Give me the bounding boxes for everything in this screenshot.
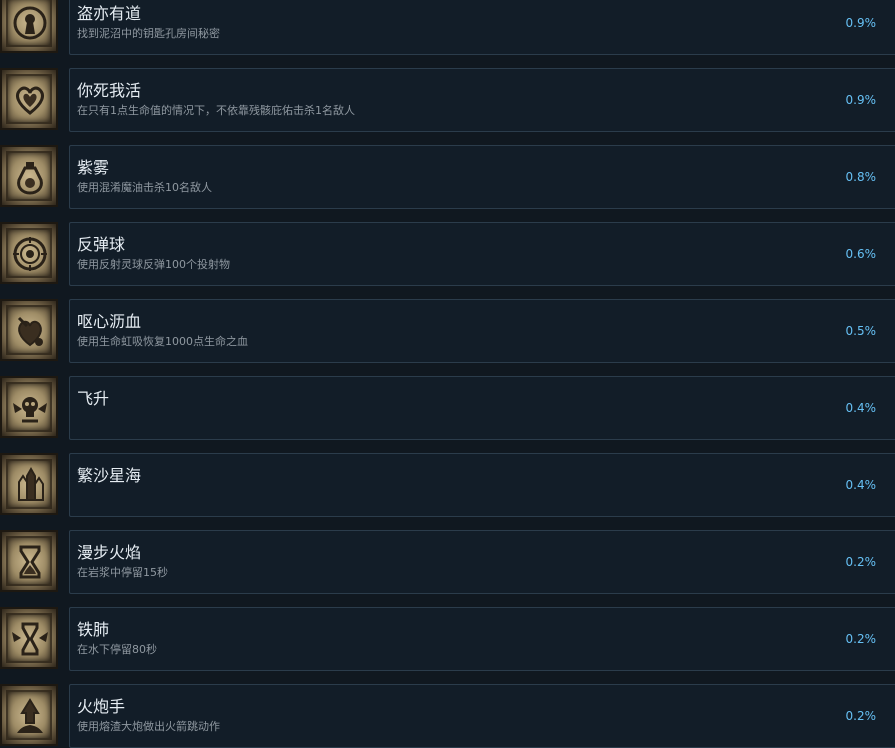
achievement-row[interactable]: 漫步火焰在岩浆中停留15秒 0.2%: [0, 530, 895, 597]
achievement-description: 使用生命虹吸恢复1000点生命之血: [77, 335, 248, 348]
unlock-percentage: 0.9%: [845, 16, 877, 30]
achievement-row[interactable]: 你死我活在只有1点生命值的情况下，不依靠残骸庇佑击杀1名敌人 0.9%: [0, 68, 895, 135]
achievement-card: 反弹球使用反射灵球反弹100个投射物 0.6%: [69, 222, 895, 286]
achievement-title: 繁沙星海: [77, 466, 142, 485]
potion-icon: [0, 145, 58, 207]
orb-icon: [0, 222, 58, 284]
achievement-description: 在水下停留80秒: [77, 643, 157, 656]
achievement-card: 繁沙星海 0.4%: [69, 453, 895, 517]
unlock-percentage: 0.4%: [845, 478, 877, 492]
unlock-percentage: 0.2%: [845, 632, 877, 646]
unlock-percentage: 0.4%: [845, 401, 877, 415]
achievement-title: 飞升: [77, 389, 110, 408]
achievement-row[interactable]: 火炮手使用熔渣大炮做出火箭跳动作 0.2%: [0, 684, 895, 748]
achievement-title: 火炮手: [77, 697, 126, 716]
achievement-title: 紫雾: [77, 158, 110, 177]
achievement-title: 你死我活: [77, 81, 142, 100]
achievement-row[interactable]: 繁沙星海 0.4%: [0, 453, 895, 520]
unlock-percentage: 0.6%: [845, 247, 877, 261]
achievement-title: 漫步火焰: [77, 543, 142, 562]
achievement-description: 使用混淆魔油击杀10名敌人: [77, 181, 212, 194]
achievement-card: 呕心沥血使用生命虹吸恢复1000点生命之血 0.5%: [69, 299, 895, 363]
unlock-percentage: 0.9%: [845, 93, 877, 107]
keyhole-icon: [0, 0, 58, 53]
achievement-list: 盗亦有道 找到泥沼中的钥匙孔房间秘密 0.9% 你死我活 在只有1点生命值的情况下，不依…: [0, 0, 895, 748]
unlock-percentage: 0.5%: [845, 324, 877, 338]
achievement-row[interactable]: 铁肺在水下停留80秒 0.2%: [0, 607, 895, 674]
achievement-card: 火炮手使用熔渣大炮做出火箭跳动作 0.2%: [69, 684, 895, 748]
crystals-icon: [0, 453, 58, 515]
achievement-title: 反弹球: [77, 235, 126, 254]
achievement-description: 在只有1点生命值的情况下，不依靠残骸庇佑击杀1名敌人: [77, 104, 355, 117]
achievement-row[interactable]: 飞升 0.4%: [0, 376, 895, 443]
achievement-row[interactable]: 呕心沥血使用生命虹吸恢复1000点生命之血 0.5%: [0, 299, 895, 366]
hourglass-flame-icon: [0, 530, 58, 592]
unlock-percentage: 0.8%: [845, 170, 877, 184]
achievement-title: 铁肺: [77, 620, 110, 639]
achievement-title: 盗亦有道: [77, 4, 142, 23]
achievement-description: 找到泥沼中的钥匙孔房间秘密: [77, 27, 220, 40]
achievement-description: 使用反射灵球反弹100个投射物: [77, 258, 230, 271]
rocket-jump-icon: [0, 684, 58, 746]
achievement-row[interactable]: 盗亦有道找到泥沼中的钥匙孔房间秘密 0.9%: [0, 0, 895, 58]
achievement-row[interactable]: 反弹球使用反射灵球反弹100个投射物 0.6%: [0, 222, 895, 289]
achievement-card: 飞升 0.4%: [69, 376, 895, 440]
achievement-card: 紫雾使用混淆魔油击杀10名敌人 0.8%: [69, 145, 895, 209]
achievement-card: 铁肺在水下停留80秒 0.2%: [69, 607, 895, 671]
achievement-row[interactable]: 紫雾使用混淆魔油击杀10名敌人 0.8%: [0, 145, 895, 212]
achievement-description: 在岩浆中停留15秒: [77, 566, 168, 579]
achievement-card: 漫步火焰在岩浆中停留15秒 0.2%: [69, 530, 895, 594]
hourglass-wings-icon: [0, 607, 58, 669]
blood-heart-icon: [0, 299, 58, 361]
achievement-card: 你死我活在只有1点生命值的情况下，不依靠残骸庇佑击杀1名敌人 0.9%: [69, 68, 895, 132]
unlock-percentage: 0.2%: [845, 709, 877, 723]
heart-icon: [0, 68, 58, 130]
unlock-percentage: 0.2%: [845, 555, 877, 569]
achievement-card: 盗亦有道找到泥沼中的钥匙孔房间秘密 0.9%: [69, 0, 895, 55]
achievement-description: 使用熔渣大炮做出火箭跳动作: [77, 720, 220, 733]
skull-wings-icon: [0, 376, 58, 438]
achievement-title: 呕心沥血: [77, 312, 142, 331]
